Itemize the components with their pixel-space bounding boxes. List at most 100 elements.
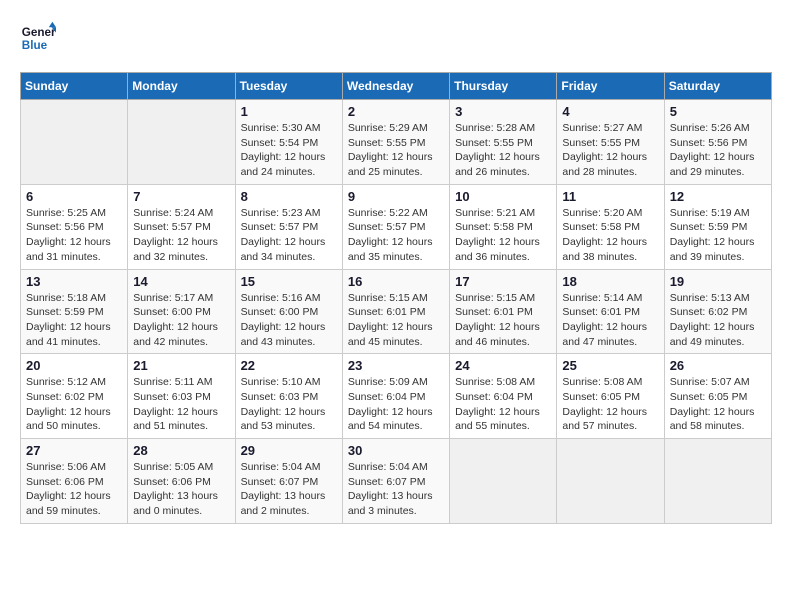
day-info: Sunrise: 5:08 AMSunset: 6:04 PMDaylight:… <box>455 375 551 434</box>
day-number: 4 <box>562 104 658 119</box>
day-number: 22 <box>241 358 337 373</box>
calendar-cell: 24 Sunrise: 5:08 AMSunset: 6:04 PMDayligh… <box>450 354 557 439</box>
calendar-cell: 14 Sunrise: 5:17 AMSunset: 6:00 PMDayligh… <box>128 269 235 354</box>
calendar-cell: 15 Sunrise: 5:16 AMSunset: 6:00 PMDayligh… <box>235 269 342 354</box>
day-info: Sunrise: 5:05 AMSunset: 6:06 PMDaylight:… <box>133 460 229 519</box>
day-info: Sunrise: 5:04 AMSunset: 6:07 PMDaylight:… <box>348 460 444 519</box>
day-number: 27 <box>26 443 122 458</box>
calendar-cell <box>450 439 557 524</box>
calendar-cell: 8 Sunrise: 5:23 AMSunset: 5:57 PMDaylight… <box>235 184 342 269</box>
day-number: 28 <box>133 443 229 458</box>
day-number: 20 <box>26 358 122 373</box>
day-number: 8 <box>241 189 337 204</box>
calendar-cell: 26 Sunrise: 5:07 AMSunset: 6:05 PMDayligh… <box>664 354 771 439</box>
calendar-cell: 5 Sunrise: 5:26 AMSunset: 5:56 PMDaylight… <box>664 100 771 185</box>
calendar-cell: 2Sunrise: 5:29 AMSunset: 5:55 PMDaylight… <box>342 100 449 185</box>
week-row-2: 6Sunrise: 5:25 AMSunset: 5:56 PMDaylight… <box>21 184 772 269</box>
weekday-header-monday: Monday <box>128 73 235 100</box>
day-number: 30 <box>348 443 444 458</box>
day-number: 25 <box>562 358 658 373</box>
day-number: 3 <box>455 104 551 119</box>
day-number: 17 <box>455 274 551 289</box>
day-number: 10 <box>455 189 551 204</box>
weekday-header-sunday: Sunday <box>21 73 128 100</box>
calendar-cell: 12Sunrise: 5:19 AMSunset: 5:59 PMDayligh… <box>664 184 771 269</box>
calendar-cell: 21 Sunrise: 5:11 AMSunset: 6:03 PMDayligh… <box>128 354 235 439</box>
calendar-cell: 11 Sunrise: 5:20 AMSunset: 5:58 PMDayligh… <box>557 184 664 269</box>
day-info: Sunrise: 5:30 AMSunset: 5:54 PMDaylight:… <box>241 121 337 180</box>
calendar-cell: 22 Sunrise: 5:10 AMSunset: 6:03 PMDayligh… <box>235 354 342 439</box>
week-row-1: 1 Sunrise: 5:30 AMSunset: 5:54 PMDaylight… <box>21 100 772 185</box>
day-info: Sunrise: 5:09 AMSunset: 6:04 PMDaylight:… <box>348 375 444 434</box>
calendar-cell: 16 Sunrise: 5:15 AMSunset: 6:01 PMDayligh… <box>342 269 449 354</box>
calendar-cell: 25 Sunrise: 5:08 AMSunset: 6:05 PMDayligh… <box>557 354 664 439</box>
calendar-cell: 19 Sunrise: 5:13 AMSunset: 6:02 PMDayligh… <box>664 269 771 354</box>
calendar-cell: 29Sunrise: 5:04 AMSunset: 6:07 PMDayligh… <box>235 439 342 524</box>
day-info: Sunrise: 5:28 AMSunset: 5:55 PMDaylight:… <box>455 121 551 180</box>
svg-text:Blue: Blue <box>22 39 48 52</box>
weekday-header-tuesday: Tuesday <box>235 73 342 100</box>
calendar-cell <box>21 100 128 185</box>
calendar-cell: 3 Sunrise: 5:28 AMSunset: 5:55 PMDaylight… <box>450 100 557 185</box>
calendar-cell: 1 Sunrise: 5:30 AMSunset: 5:54 PMDaylight… <box>235 100 342 185</box>
day-number: 1 <box>241 104 337 119</box>
day-info: Sunrise: 5:25 AMSunset: 5:56 PMDaylight:… <box>26 206 122 265</box>
logo-icon: General Blue <box>20 20 56 56</box>
day-info: Sunrise: 5:11 AMSunset: 6:03 PMDaylight:… <box>133 375 229 434</box>
day-info: Sunrise: 5:06 AMSunset: 6:06 PMDaylight:… <box>26 460 122 519</box>
calendar-cell: 6Sunrise: 5:25 AMSunset: 5:56 PMDaylight… <box>21 184 128 269</box>
svg-text:General: General <box>22 26 56 39</box>
day-info: Sunrise: 5:17 AMSunset: 6:00 PMDaylight:… <box>133 291 229 350</box>
day-number: 26 <box>670 358 766 373</box>
day-number: 5 <box>670 104 766 119</box>
day-number: 15 <box>241 274 337 289</box>
weekday-header-row: SundayMondayTuesdayWednesdayThursdayFrid… <box>21 73 772 100</box>
calendar-cell: 30 Sunrise: 5:04 AMSunset: 6:07 PMDayligh… <box>342 439 449 524</box>
week-row-5: 27 Sunrise: 5:06 AMSunset: 6:06 PMDayligh… <box>21 439 772 524</box>
day-info: Sunrise: 5:22 AMSunset: 5:57 PMDaylight:… <box>348 206 444 265</box>
day-info: Sunrise: 5:29 AMSunset: 5:55 PMDaylight:… <box>348 121 444 180</box>
day-info: Sunrise: 5:04 AMSunset: 6:07 PMDaylight:… <box>241 460 337 519</box>
day-info: Sunrise: 5:14 AMSunset: 6:01 PMDaylight:… <box>562 291 658 350</box>
day-info: Sunrise: 5:15 AMSunset: 6:01 PMDaylight:… <box>455 291 551 350</box>
day-number: 23 <box>348 358 444 373</box>
calendar-cell: 9Sunrise: 5:22 AMSunset: 5:57 PMDaylight… <box>342 184 449 269</box>
calendar-cell: 17 Sunrise: 5:15 AMSunset: 6:01 PMDayligh… <box>450 269 557 354</box>
week-row-4: 20 Sunrise: 5:12 AMSunset: 6:02 PMDayligh… <box>21 354 772 439</box>
day-info: Sunrise: 5:07 AMSunset: 6:05 PMDaylight:… <box>670 375 766 434</box>
day-info: Sunrise: 5:21 AMSunset: 5:58 PMDaylight:… <box>455 206 551 265</box>
day-info: Sunrise: 5:08 AMSunset: 6:05 PMDaylight:… <box>562 375 658 434</box>
calendar-cell: 13 Sunrise: 5:18 AMSunset: 5:59 PMDayligh… <box>21 269 128 354</box>
weekday-header-saturday: Saturday <box>664 73 771 100</box>
calendar-cell <box>664 439 771 524</box>
day-info: Sunrise: 5:20 AMSunset: 5:58 PMDaylight:… <box>562 206 658 265</box>
day-info: Sunrise: 5:10 AMSunset: 6:03 PMDaylight:… <box>241 375 337 434</box>
weekday-header-wednesday: Wednesday <box>342 73 449 100</box>
calendar-cell: 27 Sunrise: 5:06 AMSunset: 6:06 PMDayligh… <box>21 439 128 524</box>
day-info: Sunrise: 5:15 AMSunset: 6:01 PMDaylight:… <box>348 291 444 350</box>
calendar-cell <box>128 100 235 185</box>
day-info: Sunrise: 5:18 AMSunset: 5:59 PMDaylight:… <box>26 291 122 350</box>
day-info: Sunrise: 5:23 AMSunset: 5:57 PMDaylight:… <box>241 206 337 265</box>
calendar-cell: 23 Sunrise: 5:09 AMSunset: 6:04 PMDayligh… <box>342 354 449 439</box>
day-info: Sunrise: 5:16 AMSunset: 6:00 PMDaylight:… <box>241 291 337 350</box>
calendar-cell: 7Sunrise: 5:24 AMSunset: 5:57 PMDaylight… <box>128 184 235 269</box>
day-number: 14 <box>133 274 229 289</box>
day-info: Sunrise: 5:26 AMSunset: 5:56 PMDaylight:… <box>670 121 766 180</box>
day-number: 24 <box>455 358 551 373</box>
day-number: 21 <box>133 358 229 373</box>
day-number: 19 <box>670 274 766 289</box>
week-row-3: 13 Sunrise: 5:18 AMSunset: 5:59 PMDayligh… <box>21 269 772 354</box>
day-info: Sunrise: 5:13 AMSunset: 6:02 PMDaylight:… <box>670 291 766 350</box>
day-info: Sunrise: 5:12 AMSunset: 6:02 PMDaylight:… <box>26 375 122 434</box>
calendar-cell <box>557 439 664 524</box>
weekday-header-thursday: Thursday <box>450 73 557 100</box>
logo: General Blue <box>20 20 60 56</box>
calendar-cell: 4 Sunrise: 5:27 AMSunset: 5:55 PMDaylight… <box>557 100 664 185</box>
day-number: 16 <box>348 274 444 289</box>
day-number: 18 <box>562 274 658 289</box>
day-number: 11 <box>562 189 658 204</box>
day-info: Sunrise: 5:27 AMSunset: 5:55 PMDaylight:… <box>562 121 658 180</box>
day-number: 13 <box>26 274 122 289</box>
day-number: 7 <box>133 189 229 204</box>
